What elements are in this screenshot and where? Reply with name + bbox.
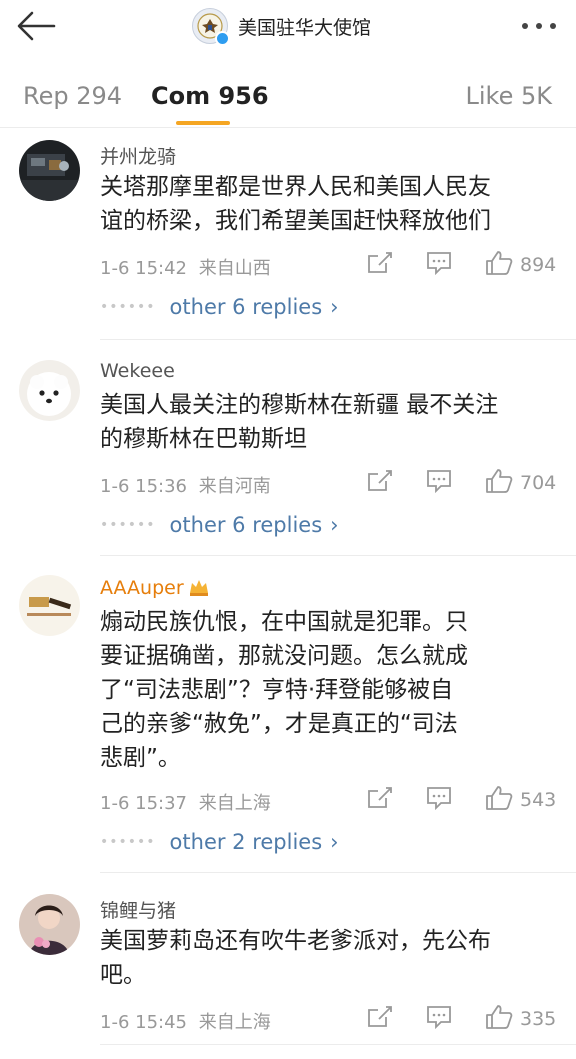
chevron-right-icon: ›	[330, 295, 339, 319]
share-icon[interactable]	[364, 250, 394, 276]
chevron-right-icon: ›	[330, 513, 339, 537]
comment-meta: 1-6 15:42 来自山西	[100, 254, 271, 280]
avatar[interactable]	[19, 140, 80, 201]
like-count: 335	[520, 1008, 557, 1030]
comment-meta: 1-6 15:37 来自上海	[100, 789, 271, 815]
more-replies-link[interactable]: •••••• other 2 replies ›	[100, 830, 339, 854]
account-name: 美国驻华大使馆	[238, 16, 372, 39]
comment-icon[interactable]	[424, 1004, 454, 1030]
comment-item: AAAuper 煽动民族仇恨，在中国就是犯罪。只 要证据确凿，那就没问题。怎么就…	[0, 563, 576, 873]
dots-decoration: ••••••	[100, 517, 156, 533]
comment-username[interactable]: 并州龙骑	[100, 142, 176, 169]
account-header[interactable]: 美国驻华大使馆	[192, 8, 372, 46]
comment-location: 来自上海	[198, 1012, 271, 1033]
comment-item: Wekeee 美国人最关注的穆斯林在新疆 最不关注 的穆斯林在巴勒斯坦 1-6 …	[0, 346, 576, 556]
dots-decoration: ••••••	[100, 834, 156, 850]
more-dots-icon[interactable]	[516, 12, 562, 40]
comment-item: 并州龙骑 关塔那摩里都是世界人民和美国人民友 谊的桥梁，我们希望美国赶快释放他们…	[0, 130, 576, 340]
like-count: 704	[520, 472, 557, 494]
share-icon[interactable]	[364, 785, 394, 811]
more-replies-link[interactable]: •••••• other 6 replies ›	[100, 295, 339, 319]
thumbs-up-icon[interactable]	[484, 468, 514, 494]
thumbs-up-icon[interactable]	[484, 250, 514, 276]
comment-text: 美国人最关注的穆斯林在新疆 最不关注 的穆斯林在巴勒斯坦	[100, 392, 499, 452]
account-avatar[interactable]	[192, 8, 230, 46]
comment-location: 来自河南	[198, 476, 271, 497]
back-arrow-icon[interactable]	[14, 8, 58, 44]
tab-likes[interactable]: Like 5K	[466, 82, 552, 110]
comment-time: 1-6 15:45	[100, 1012, 187, 1033]
divider	[100, 555, 576, 556]
comment-location: 来自上海	[198, 793, 271, 814]
comment-text: 关塔那摩里都是世界人民和美国人民友 谊的桥梁，我们希望美国赶快释放他们	[100, 174, 491, 234]
comment-username[interactable]: AAAuper	[100, 577, 210, 599]
divider	[100, 872, 576, 873]
tab-bar: Rep 294 Com 956 Like 5K	[0, 60, 576, 128]
comment-username[interactable]: Wekeee	[100, 360, 175, 382]
comment-icon[interactable]	[424, 250, 454, 276]
more-replies-link[interactable]: •••••• other 6 replies ›	[100, 513, 339, 537]
active-tab-indicator	[176, 121, 230, 125]
verified-badge-icon	[215, 31, 230, 46]
comment-location: 来自山西	[198, 258, 271, 279]
share-icon[interactable]	[364, 1004, 394, 1030]
comment-icon[interactable]	[424, 785, 454, 811]
like-count: 543	[520, 789, 557, 811]
thumbs-up-icon[interactable]	[484, 785, 514, 811]
divider	[100, 1044, 576, 1045]
like-count: 894	[520, 254, 557, 276]
crown-badge-icon	[189, 580, 208, 596]
chevron-right-icon: ›	[330, 830, 339, 854]
comment-username[interactable]: 锦鲤与猪	[100, 896, 176, 923]
tab-reposts[interactable]: Rep 294	[23, 82, 122, 110]
comment-text: 煽动民族仇恨，在中国就是犯罪。只 要证据确凿，那就没问题。怎么就成 了“司法悲剧…	[100, 609, 468, 771]
share-icon[interactable]	[364, 468, 394, 494]
avatar[interactable]	[19, 360, 80, 421]
comment-time: 1-6 15:37	[100, 793, 187, 814]
thumbs-up-icon[interactable]	[484, 1004, 514, 1030]
dots-decoration: ••••••	[100, 299, 156, 315]
top-bar: 美国驻华大使馆	[0, 0, 576, 56]
comment-time: 1-6 15:42	[100, 258, 187, 279]
comment-icon[interactable]	[424, 468, 454, 494]
comment-meta: 1-6 15:36 来自河南	[100, 472, 271, 498]
avatar[interactable]	[19, 894, 80, 955]
comment-item: 锦鲤与猪 美国萝莉岛还有吹牛老爹派对，先公布 吧。 1-6 15:45 来自上海…	[0, 882, 576, 1052]
tab-comments[interactable]: Com 956	[151, 82, 269, 110]
divider	[100, 339, 576, 340]
comment-meta: 1-6 15:45 来自上海	[100, 1008, 271, 1034]
avatar[interactable]	[19, 575, 80, 636]
comment-text: 美国萝莉岛还有吹牛老爹派对，先公布 吧。	[100, 928, 491, 988]
comment-time: 1-6 15:36	[100, 476, 187, 497]
